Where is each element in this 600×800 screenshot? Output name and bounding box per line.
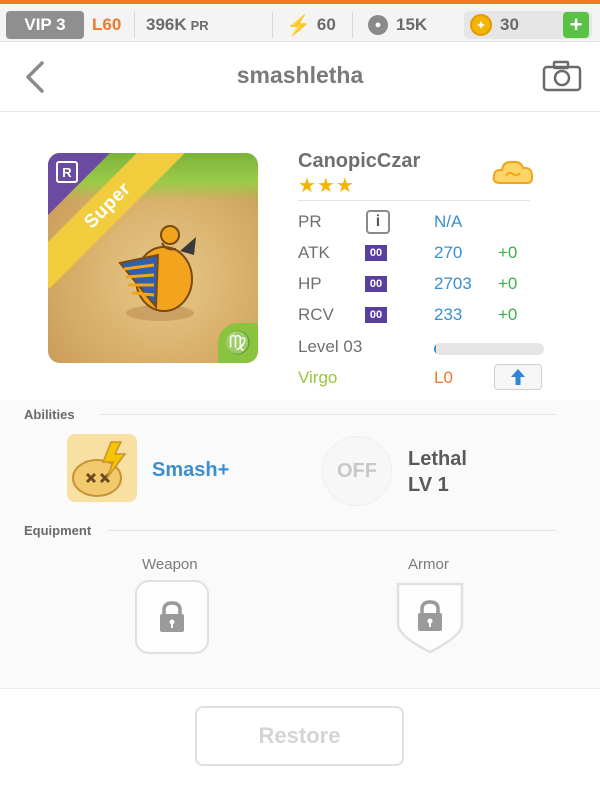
coin-value: 30 [500,15,519,34]
limit-level: L0 [434,368,453,387]
stat-bonus: +0 [498,243,518,262]
stat-value: 2703 [434,274,472,293]
smash-ability-icon[interactable] [67,434,137,502]
add-coins-button[interactable]: + [563,12,589,38]
stat-label: HP [298,274,322,293]
name-divider [298,200,530,201]
stat-value: 270 [434,243,463,262]
cloud-element-icon [492,160,534,185]
stat-row-atk: ATK 00 270 +0 [298,241,548,265]
section-divider [108,530,556,531]
coin-icon: ✦ [470,14,492,36]
energy-value: 60 [316,15,336,34]
level-row: Level 03 [298,335,548,359]
power-rating-unit: PR [190,17,209,33]
level-label: Level 03 [298,337,363,356]
stat-row-pr: PR i N/A [298,210,548,234]
ability-state: OFF [337,459,377,482]
weapon-slot[interactable] [135,580,209,654]
divider [272,12,273,38]
divider [134,12,135,38]
restore-button[interactable]: Restore [195,706,404,766]
vip-badge[interactable]: VIP 3 [6,11,84,39]
zodiac-sign: Virgo [298,368,338,387]
stat-label: PR [298,212,322,231]
power-rating-value: 396K [146,15,187,34]
weapon-label: Weapon [142,556,198,573]
stat-label: ATK [298,243,330,262]
lock-icon [160,601,184,632]
stat-value: N/A [434,212,463,231]
stat-row-rcv: RCV 00 233 +0 [298,303,548,327]
player-level: L60 [92,15,122,34]
abilities-section-label: Abilities [24,407,75,422]
upgrade-button[interactable] [494,364,542,390]
section-divider [100,414,556,415]
stat-gem-icon: 00 [365,307,387,323]
secondary-ability-level: LV 1 [408,474,449,496]
stat-value: 233 [434,305,463,324]
zodiac-corner-icon: ♍ [218,323,258,363]
status-bar: VIP 3 L60 396K PR ⚡ 60 ● 15K ✦ 30 + [0,0,600,42]
armor-label: Armor [408,556,449,573]
character-portrait[interactable]: Super R ♍ [48,153,258,363]
equipment-section-label: Equipment [24,523,92,538]
page-title: smashletha [236,62,364,88]
armor-slot[interactable] [394,580,466,654]
stat-label: RCV [298,305,334,324]
page-header: smashletha [0,42,600,112]
player-power-rating: 396K PR [146,11,209,39]
primary-ability-name[interactable]: Smash+ [152,459,229,482]
rarity-badge: R [56,161,78,183]
energy-counter[interactable]: ⚡ 60 [286,11,336,39]
zodiac-row: Virgo L0 [298,364,548,390]
star-rating: ★★★ [298,175,355,197]
info-icon[interactable]: i [366,210,390,234]
paw-icon: ● [368,15,388,35]
lethal-ability-off-icon[interactable]: OFF [322,436,392,506]
paw-value: 15K [396,15,428,34]
coin-counter[interactable]: ✦ 30 + [464,11,592,39]
lightning-icon: ⚡ [286,14,311,37]
stat-bonus: +0 [498,305,518,324]
level-progress-fill [434,343,437,355]
stat-row-hp: HP 00 2703 +0 [298,272,548,296]
up-arrow-icon [511,369,525,385]
level-progress-bar [434,343,544,355]
divider [352,12,353,38]
paw-counter[interactable]: ● 15K [368,11,427,39]
secondary-ability-name: Lethal [408,448,467,470]
camera-icon[interactable] [542,60,582,92]
stat-bonus: +0 [498,274,518,293]
stat-gem-icon: 00 [365,245,387,261]
scarab-creature-image [118,225,196,321]
smash-face-icon [72,441,127,497]
character-name: CanopicCzar [298,150,421,172]
stat-gem-icon: 00 [365,276,387,292]
